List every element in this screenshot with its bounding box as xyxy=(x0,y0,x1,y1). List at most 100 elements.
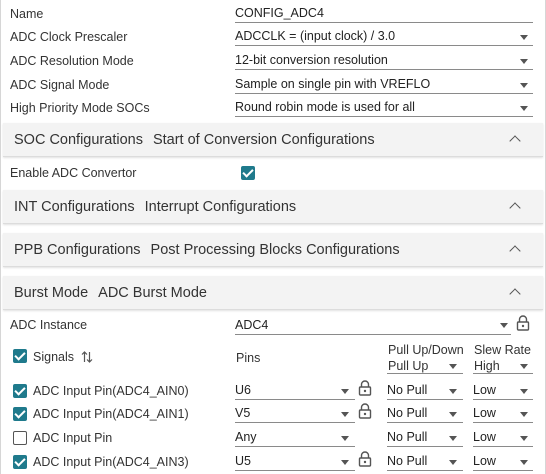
pull-value: No Pull xyxy=(387,454,428,468)
chevron-up-icon[interactable] xyxy=(509,135,521,147)
burst-mode-section[interactable]: Burst Mode ADC Burst Mode xyxy=(3,276,543,310)
section-title: SOC Configurations Start of Conversion Co… xyxy=(14,132,375,148)
resolution-mode-label: ADC Resolution Mode xyxy=(10,54,134,68)
int-configurations-section[interactable]: INT Configurations Interrupt Configuratio… xyxy=(3,190,543,224)
pin-select[interactable]: Any xyxy=(235,428,355,447)
chevron-down-icon[interactable] xyxy=(520,106,528,111)
resolution-mode-select[interactable]: 12-bit conversion resolution xyxy=(235,51,533,70)
chevron-down-icon xyxy=(449,389,457,394)
signal-mode-select[interactable]: Sample on single pin with VREFLO xyxy=(235,75,533,94)
chevron-up-icon[interactable] xyxy=(509,202,521,214)
resolution-mode-value: 12-bit conversion resolution xyxy=(235,53,388,67)
pin-value: U6 xyxy=(235,383,251,397)
pin-value: Any xyxy=(235,430,257,444)
slew-value: Low xyxy=(473,383,496,397)
signal-row: ADC Input Pin(ADC4_AIN1) V5 No Pull Low xyxy=(1,401,546,425)
chevron-down-icon xyxy=(449,436,457,441)
soc-configurations-section[interactable]: SOC Configurations Start of Conversion Co… xyxy=(3,123,543,157)
select-all-signals-checkbox[interactable] xyxy=(13,349,27,363)
section-title: PPB Configurations Post Processing Blocks… xyxy=(14,242,400,258)
section-title: Burst Mode ADC Burst Mode xyxy=(14,285,207,301)
pin-select[interactable]: U6 xyxy=(235,381,355,400)
ppb-section-subtitle: Post Processing Blocks Configurations xyxy=(150,242,400,258)
priority-mode-value: Round robin mode is used for all xyxy=(235,100,415,114)
signal-mode-label: ADC Signal Mode xyxy=(10,78,110,92)
slew-default-select[interactable]: High xyxy=(473,359,533,374)
chevron-down-icon[interactable] xyxy=(520,35,528,40)
burst-section-title: Burst Mode xyxy=(14,285,89,301)
slew-header: Slew Rate xyxy=(474,343,531,357)
chevron-down-icon xyxy=(520,460,528,465)
lock-icon[interactable] xyxy=(358,403,372,419)
soc-section-subtitle: Start of Conversion Configurations xyxy=(152,132,375,148)
adc-instance-row: ADC Instance ADC4 xyxy=(1,313,546,337)
pin-select[interactable]: U5 xyxy=(235,452,355,471)
adc-instance-label: ADC Instance xyxy=(10,318,88,332)
pins-header: Pins xyxy=(236,351,261,365)
signal-checkbox[interactable] xyxy=(13,407,27,421)
chevron-down-icon xyxy=(520,436,528,441)
pull-default-value: Pull Up xyxy=(388,359,429,373)
resolution-mode-row: ADC Resolution Mode 12-bit conversion re… xyxy=(1,49,546,73)
chevron-down-icon[interactable] xyxy=(520,83,528,88)
signal-checkbox[interactable] xyxy=(13,455,27,469)
lock-icon[interactable] xyxy=(358,451,372,467)
enable-adc-label: Enable ADC Convertor xyxy=(10,166,137,180)
slew-default-value: High xyxy=(474,359,500,373)
lock-icon[interactable] xyxy=(358,380,372,396)
signal-name: ADC Input Pin(ADC4_AIN1) xyxy=(33,407,189,421)
chevron-down-icon xyxy=(341,389,349,394)
priority-mode-select[interactable]: Round robin mode is used for all xyxy=(235,98,533,117)
clock-prescaler-select[interactable]: ADCCLK = (input clock) / 3.0 xyxy=(235,27,533,46)
signal-checkbox[interactable] xyxy=(13,384,27,398)
name-label: Name xyxy=(10,7,44,21)
signal-name: ADC Input Pin(ADC4_AIN0) xyxy=(33,384,189,398)
clock-prescaler-value: ADCCLK = (input clock) / 3.0 xyxy=(235,29,396,43)
name-row: Name CONFIG_ADC4 xyxy=(1,2,546,26)
enable-adc-checkbox[interactable] xyxy=(241,166,255,180)
sort-icon[interactable] xyxy=(81,350,93,364)
chevron-down-icon[interactable] xyxy=(500,323,508,328)
enable-adc-row: Enable ADC Convertor xyxy=(1,161,546,185)
signals-header: Signals xyxy=(33,350,74,364)
chevron-down-icon xyxy=(449,460,457,465)
pin-value: U5 xyxy=(235,454,251,468)
pull-value: No Pull xyxy=(387,430,428,444)
pull-default-select[interactable]: Pull Up xyxy=(387,359,463,374)
int-section-title: INT Configurations xyxy=(14,199,135,215)
pull-value: No Pull xyxy=(387,406,428,420)
adc-instance-value: ADC4 xyxy=(235,318,269,332)
chevron-up-icon[interactable] xyxy=(509,245,521,257)
ppb-section-title: PPB Configurations xyxy=(14,242,141,258)
lock-icon[interactable] xyxy=(516,315,530,331)
clock-prescaler-label: ADC Clock Prescaler xyxy=(10,30,128,44)
pin-select[interactable]: V5 xyxy=(235,404,355,423)
slew-value: Low xyxy=(473,454,496,468)
chevron-down-icon xyxy=(520,364,528,369)
name-input[interactable]: CONFIG_ADC4 xyxy=(235,4,533,23)
chevron-down-icon xyxy=(341,412,349,417)
priority-mode-label: High Priority Mode SOCs xyxy=(10,101,150,115)
signal-mode-value: Sample on single pin with VREFLO xyxy=(235,77,431,91)
chevron-down-icon xyxy=(341,460,349,465)
int-section-subtitle: Interrupt Configurations xyxy=(144,199,297,215)
chevron-down-icon[interactable] xyxy=(520,59,528,64)
section-title: INT Configurations Interrupt Configuratio… xyxy=(14,199,296,215)
soc-section-title: SOC Configurations xyxy=(14,132,143,148)
ppb-configurations-section[interactable]: PPB Configurations Post Processing Blocks… xyxy=(3,233,543,267)
chevron-down-icon xyxy=(520,389,528,394)
signal-checkbox[interactable] xyxy=(13,431,27,445)
signal-row: ADC Input Pin Any No Pull Low xyxy=(1,425,546,449)
signal-name: ADC Input Pin xyxy=(33,431,113,445)
burst-section-subtitle: ADC Burst Mode xyxy=(98,285,207,301)
signal-row: ADC Input Pin(ADC4_AIN0) U6 No Pull Low xyxy=(1,378,546,402)
chevron-down-icon xyxy=(449,364,457,369)
signal-mode-row: ADC Signal Mode Sample on single pin wit… xyxy=(1,73,546,97)
chevron-up-icon[interactable] xyxy=(509,288,521,300)
chevron-down-icon xyxy=(341,436,349,441)
pin-value: V5 xyxy=(235,406,251,420)
signal-name: ADC Input Pin(ADC4_AIN3) xyxy=(33,455,189,469)
signal-row: ADC Input Pin(ADC4_AIN3) U5 No Pull Low xyxy=(1,449,546,473)
adc-instance-select[interactable]: ADC4 xyxy=(235,316,511,335)
slew-value: Low xyxy=(473,406,496,420)
